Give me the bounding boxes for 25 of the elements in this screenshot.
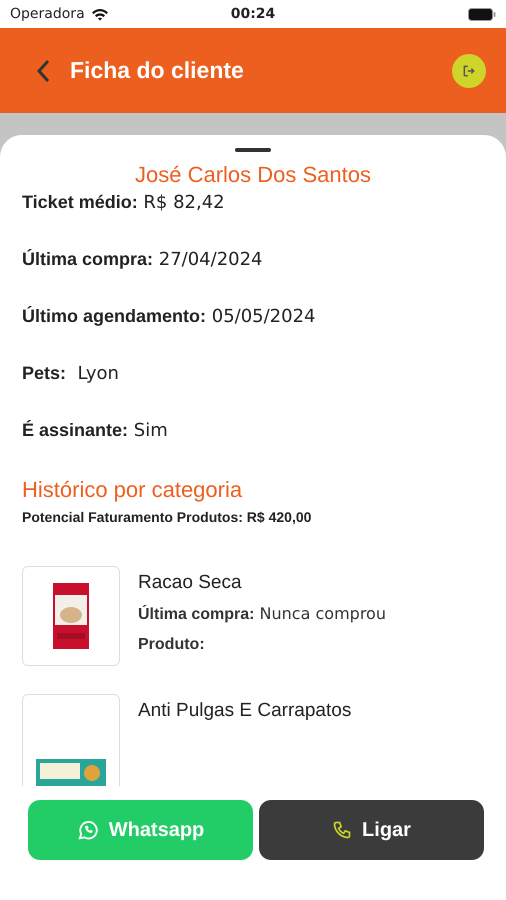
back-icon[interactable] (36, 58, 50, 82)
logout-button[interactable] (452, 54, 486, 88)
potential-revenue: Potencial Faturamento Produtos: R$ 420,00 (22, 509, 312, 526)
client-name: José Carlos Dos Santos (134, 162, 372, 188)
info-line: Pets: Lyon (22, 362, 120, 386)
info-line: Ticket médio: R$ 82,42 (22, 191, 226, 215)
product-name: Racao Seca (138, 572, 243, 594)
clock: 00:24 (230, 6, 276, 22)
wifi-icon (90, 8, 109, 20)
logout-icon (462, 64, 476, 78)
info-line: Último agendamento: 05/05/2024 (22, 305, 316, 329)
whatsapp-icon (76, 819, 99, 841)
product-name: Anti Pulgas E Carrapatos (138, 700, 352, 722)
info-line: É assinante: Sim (22, 419, 169, 443)
page-title: Ficha do cliente (70, 57, 245, 84)
product-detail: Produto: (138, 635, 206, 654)
carrier-label: Operadora (10, 6, 85, 22)
section-title: Histórico por categoria (22, 477, 244, 503)
info-line: Última compra: 27/04/2024 (22, 248, 264, 272)
battery-icon (468, 8, 496, 20)
phone-icon (332, 820, 352, 840)
drag-handle[interactable] (235, 148, 271, 152)
product-thumbnail[interactable] (22, 566, 120, 666)
call-button[interactable]: Ligar (259, 800, 484, 860)
product-detail: Última compra: Nunca comprou (138, 604, 386, 624)
